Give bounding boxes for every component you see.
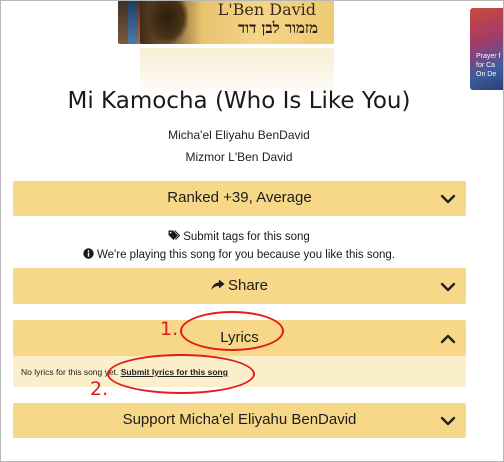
support-artist-accordion-header[interactable]: Support Micha'el Eliyahu BenDavid xyxy=(13,403,466,438)
share-accordion-header[interactable]: Share xyxy=(13,268,466,304)
annotation-step-2: 2. xyxy=(90,378,109,400)
share-label: Share xyxy=(227,277,269,294)
song-page: L'Ben David מזמור לבן דוד Prayer f for C… xyxy=(0,0,504,462)
info-circle-icon xyxy=(83,248,94,259)
no-lyrics-text: No lyrics for this song yet. xyxy=(21,367,119,377)
submit-lyrics-link[interactable]: Submit lyrics for this song xyxy=(121,367,228,377)
annotation-step-1: 1. xyxy=(160,318,179,340)
cover-hebrew-text: מזמור לבן דוד xyxy=(238,19,318,37)
chevron-up-icon xyxy=(440,334,456,344)
submit-tags-line: Submit tags for this song xyxy=(0,230,478,243)
side-cover-text-line: On De xyxy=(476,71,497,78)
song-title: Mi Kamocha (Who Is Like You) xyxy=(67,88,411,114)
album-name[interactable]: Mizmor L'Ben David xyxy=(0,150,478,164)
submit-tags-text: Submit tags for this song xyxy=(183,231,310,243)
chevron-down-icon xyxy=(440,194,456,204)
side-album-cover[interactable]: Prayer f for Ca On De xyxy=(470,8,504,90)
lyrics-panel: No lyrics for this song yet. Submit lyri… xyxy=(13,356,466,387)
share-label-group: Share xyxy=(13,277,466,294)
support-label: Support Micha'el Eliyahu BenDavid xyxy=(122,411,357,428)
cover-title-text: L'Ben David xyxy=(217,0,316,19)
cover-artist-image xyxy=(146,0,188,44)
lyrics-label: Lyrics xyxy=(220,329,259,346)
lyrics-accordion-header[interactable]: Lyrics xyxy=(13,320,466,356)
chevron-down-icon xyxy=(440,282,456,292)
playing-reason-line: We're playing this song for you because … xyxy=(0,248,478,261)
playing-reason-text: We're playing this song for you because … xyxy=(97,249,395,261)
ranking-accordion-header[interactable]: Ranked +39, Average xyxy=(13,181,466,216)
share-icon xyxy=(211,279,225,290)
submit-tags-link[interactable]: Submit tags for this song xyxy=(168,230,310,243)
side-cover-text-line: for Ca xyxy=(476,62,496,69)
artist-name[interactable]: Micha'el Eliyahu BenDavid xyxy=(0,128,478,142)
tags-icon xyxy=(168,230,181,240)
side-cover-text: Prayer f for Ca On De xyxy=(476,52,501,79)
side-cover-text-line: Prayer f xyxy=(476,53,501,60)
ranking-label: Ranked +39, Average xyxy=(167,189,312,206)
album-cover-art[interactable]: L'Ben David מזמור לבן דוד xyxy=(140,0,334,44)
chevron-down-icon xyxy=(440,416,456,426)
no-lyrics-message: No lyrics for this song yet. Submit lyri… xyxy=(21,367,228,377)
